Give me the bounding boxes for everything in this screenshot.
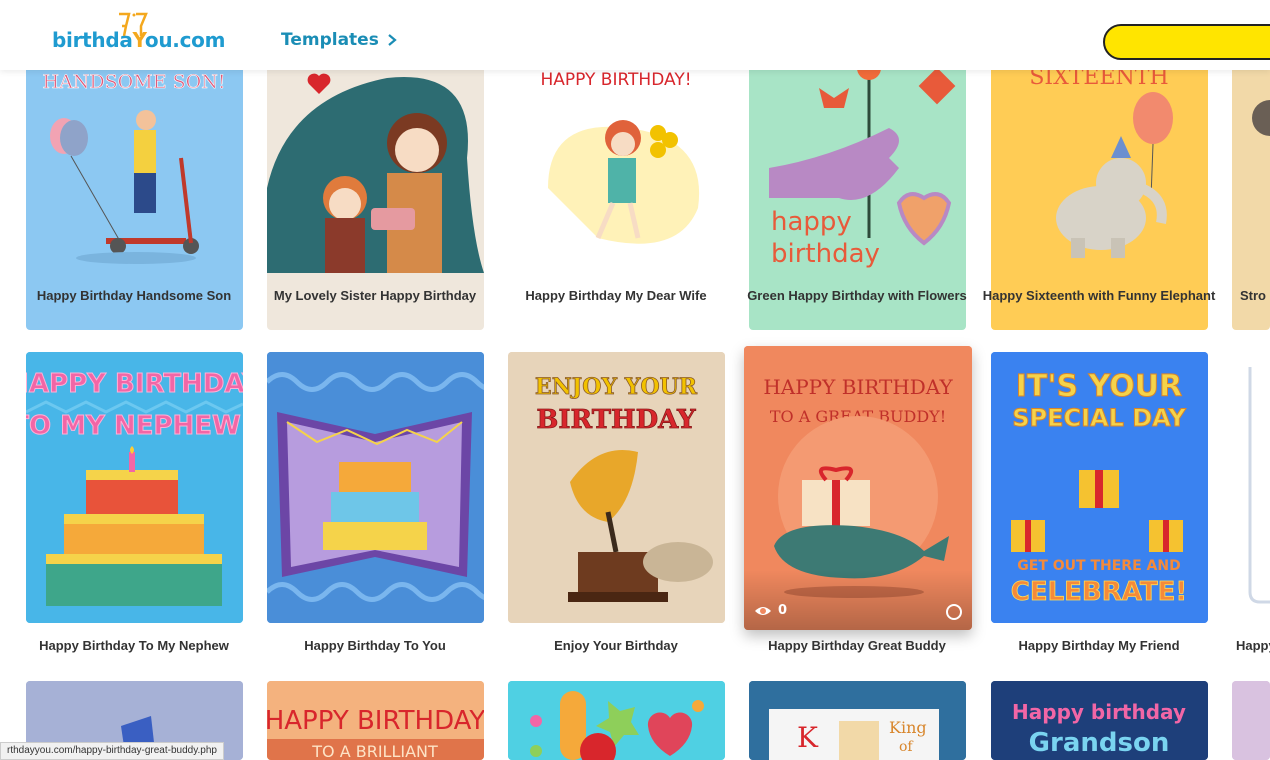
card-art: HAPPY BIRTHDAY! [508, 58, 725, 273]
card-enjoy[interactable]: ENJOY YOUR BIRTHDAY [508, 352, 725, 623]
svg-text:HAPPY BIRTHDAY: HAPPY BIRTHDAY [267, 706, 484, 736]
card-art [1232, 58, 1270, 273]
card-title[interactable]: Happy Birthday My Dear Wife [496, 286, 736, 306]
svg-text:Happy birthday: Happy birthday [1012, 700, 1186, 724]
card-art [267, 352, 484, 623]
card-title[interactable]: Happy Birthday Handsome Son [14, 286, 254, 306]
card-art: happy birthday [749, 58, 966, 273]
svg-text:IT'S YOUR: IT'S YOUR [1016, 369, 1182, 404]
svg-text:SPECIAL DAY: SPECIAL DAY [1012, 404, 1186, 432]
svg-text:CELEBRATE!: CELEBRATE! [1011, 577, 1187, 607]
nav-templates[interactable]: Templates [281, 30, 397, 50]
card-row3-4[interactable]: K King of [749, 681, 966, 760]
card-art: IT'S YOUR SPECIAL DAY GET OUT THERE AND … [991, 352, 1208, 623]
share-icon[interactable] [946, 604, 962, 620]
svg-text:HANDSOME SON!: HANDSOME SON! [43, 71, 226, 93]
svg-text:GET OUT THERE AND: GET OUT THERE AND [1017, 558, 1180, 574]
logo-text-part: Y [132, 28, 146, 52]
svg-text:HAPPY BIRTHDAY: HAPPY BIRTHDAY [763, 375, 953, 399]
svg-text:Grandson: Grandson [1029, 728, 1170, 758]
card-art: HAPPY BIRTHDAY TO A BRILLIANT [267, 681, 484, 760]
site-header: birthdaYou.com Templates [0, 0, 1270, 70]
card-row3-3[interactable] [508, 681, 725, 760]
card-title[interactable]: Happy Birthday To You [255, 636, 495, 656]
chevron-right-icon [388, 34, 397, 46]
site-logo[interactable]: birthdaYou.com [52, 12, 232, 54]
card-title[interactable]: Enjoy Your Birthday [496, 636, 736, 656]
card-title[interactable]: My Lovely Sister Happy Birthday [255, 286, 495, 306]
logo-text: birthdaYou.com [52, 28, 225, 52]
card-title[interactable]: Happy Birthday My Friend [979, 636, 1219, 656]
card-row3-6[interactable] [1232, 681, 1270, 760]
card-title[interactable]: Happy Birthday Great Buddy [737, 636, 977, 656]
card-title[interactable]: Stro [1240, 286, 1270, 306]
card-nephew[interactable]: HAPPY BIRTHDAY TO MY NEPHEW [26, 352, 243, 623]
views-count: 0 [778, 603, 788, 618]
card-art [508, 681, 725, 760]
svg-text:K: K [797, 721, 819, 754]
svg-text:BIRTHDAY: BIRTHDAY [536, 405, 696, 435]
card-title[interactable]: Green Happy Birthday with Flowers [737, 286, 977, 306]
search-button[interactable] [1103, 24, 1270, 60]
card-art [1232, 681, 1270, 760]
card-great-buddy[interactable]: HAPPY BIRTHDAY TO A GREAT BUDDY! 0 [744, 346, 972, 630]
card-title[interactable]: Happy Birthday To My Nephew [14, 636, 254, 656]
nav-templates-label: Templates [281, 30, 379, 50]
card-title[interactable]: Happy Sixteenth with Funny Elephant [979, 286, 1219, 306]
card-art: SIXTEENTH [991, 58, 1208, 273]
card-art: K King of [749, 681, 966, 760]
card-art [1232, 352, 1270, 623]
svg-text:King: King [889, 718, 927, 737]
card-my-friend[interactable]: IT'S YOUR SPECIAL DAY GET OUT THERE AND … [991, 352, 1208, 623]
svg-text:of: of [899, 739, 914, 755]
card-title[interactable]: Happy [1236, 636, 1270, 656]
eye-icon [755, 606, 771, 615]
logo-text-part: ou.com [144, 28, 226, 52]
card-art: HANDSOME SON! [26, 58, 243, 273]
svg-text:birthday: birthday [771, 239, 880, 269]
svg-text:ENJOY YOUR: ENJOY YOUR [535, 374, 698, 400]
card-row3-5[interactable]: Happy birthday Grandson [991, 681, 1208, 760]
card-art: ENJOY YOUR BIRTHDAY [508, 352, 725, 623]
card-row3-2[interactable]: HAPPY BIRTHDAY TO A BRILLIANT [267, 681, 484, 760]
card-hover-overlay [744, 570, 972, 630]
svg-text:HAPPY BIRTHDAY!: HAPPY BIRTHDAY! [540, 70, 691, 90]
svg-text:HAPPY BIRTHDAY: HAPPY BIRTHDAY [26, 369, 243, 399]
card-to-you[interactable] [267, 352, 484, 623]
svg-text:TO MY NEPHEW: TO MY NEPHEW [26, 411, 241, 441]
card-partial-2[interactable] [1232, 352, 1270, 623]
card-art: HAPPY BIRTHDAY TO MY NEPHEW [26, 352, 243, 623]
card-art [267, 58, 484, 273]
svg-text:TO A BRILLIANT: TO A BRILLIANT [311, 742, 438, 760]
browser-status-url: rthdayyou.com/happy-birthday-great-buddy… [0, 742, 224, 760]
views-counter: 0 [754, 603, 787, 618]
card-art: Happy birthday Grandson [991, 681, 1208, 760]
svg-text:happy: happy [771, 207, 852, 237]
logo-text-part: birthda [52, 28, 133, 52]
template-grid: HANDSOME SON! Happy Birthday Handsome So… [0, 0, 1270, 760]
